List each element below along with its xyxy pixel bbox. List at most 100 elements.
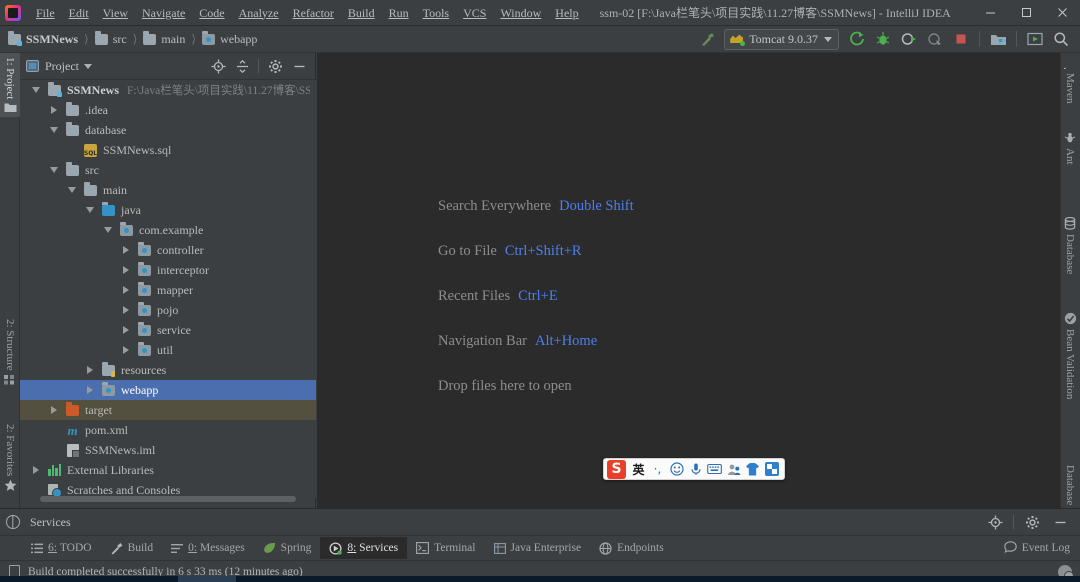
event-log-button[interactable]: Event Log [1004,540,1080,556]
tree-twisty-expanded[interactable] [50,167,58,173]
tree-node-idea[interactable]: .idea [20,100,316,120]
breadcrumb-item-main[interactable]: main [143,30,185,47]
breadcrumb-item-src[interactable]: src [94,30,127,47]
tree-twisty-collapsed[interactable] [123,306,129,314]
tab-endpoints[interactable]: Endpoints [590,537,673,559]
tree-node-controller[interactable]: controller [20,240,316,260]
minimize-button[interactable] [972,0,1008,26]
maximize-button[interactable] [1008,0,1044,26]
tree-twisty[interactable] [44,160,64,180]
tree-twisty[interactable] [116,240,136,260]
menu-file[interactable]: File [29,3,62,23]
tree-twisty[interactable] [44,100,64,120]
tree-twisty-expanded[interactable] [32,87,40,93]
menu-build[interactable]: Build [341,3,382,23]
menu-view[interactable]: View [96,3,135,23]
tree-twisty[interactable] [80,200,100,220]
tree-twisty[interactable] [80,380,100,400]
sidebar-item-favorites[interactable]: 2: Favorites [0,420,20,496]
tree-twisty-collapsed[interactable] [33,466,39,474]
sidebar-item-bean-validation[interactable]: Bean Validation [1060,308,1080,403]
update-application-button[interactable] [1023,28,1047,50]
menu-code[interactable]: Code [192,3,231,23]
tree-twisty-collapsed[interactable] [51,406,57,414]
tab-spring[interactable]: Spring [254,537,321,559]
stop-button[interactable] [949,28,973,50]
tree-twisty-collapsed[interactable] [123,266,129,274]
tree-twisty[interactable] [98,220,118,240]
sidebar-item-database[interactable]: Database [1060,213,1080,278]
tree-twisty-collapsed[interactable] [51,106,57,114]
tree-node-util[interactable]: util [20,340,316,360]
tab-services[interactable]: 8: Services [320,537,408,559]
build-project-button[interactable] [695,28,719,50]
tree-twisty[interactable] [26,80,46,100]
tree-node-webapp[interactable]: webapp [20,380,316,400]
tree-twisty-collapsed[interactable] [123,326,129,334]
tab-messages[interactable]: 0: Messages [162,537,254,559]
run-configuration-selector[interactable]: Tomcat 9.0.37 [724,28,839,50]
search-button[interactable] [1049,28,1073,50]
menu-window[interactable]: Window [493,3,548,23]
tree-twisty[interactable] [44,420,64,440]
debug-button[interactable] [871,28,895,50]
sogou-logo-icon[interactable]: S [607,459,626,479]
tree-twisty[interactable] [116,300,136,320]
tree-twisty-expanded[interactable] [68,187,76,193]
collapse-all-button[interactable] [232,56,252,76]
tree-node-pojo[interactable]: pojo [20,300,316,320]
tab-terminal[interactable]: Terminal [407,537,484,559]
tree-twisty[interactable] [26,460,46,480]
tree-twisty[interactable] [62,140,82,160]
menu-help[interactable]: Help [548,3,585,23]
menu-edit[interactable]: Edit [62,3,96,23]
tree-node-java[interactable]: java [20,200,316,220]
tree-twisty[interactable] [116,320,136,340]
tab-build[interactable]: Build [101,537,163,559]
breadcrumb-item-ssmnews[interactable]: SSMNews [8,30,78,47]
tree-twisty-collapsed[interactable] [123,346,129,354]
run-with-coverage-button[interactable] [897,28,921,50]
ime-punctuation-button[interactable]: ·, [648,460,667,479]
ime-language-mode-button[interactable]: 英 [629,460,648,479]
tree-node-main[interactable]: main [20,180,316,200]
tree-node-database[interactable]: database [20,120,316,140]
tree-node-pom-xml[interactable]: m pom.xml [20,420,316,440]
menu-refactor[interactable]: Refactor [286,3,341,23]
tree-twisty[interactable] [116,340,136,360]
sidebar-item-structure[interactable]: 2: Structure [0,315,20,389]
ime-skin-button[interactable] [743,460,762,479]
tree-node-interceptor[interactable]: interceptor [20,260,316,280]
ime-voice-input-button[interactable] [686,460,705,479]
profile-button[interactable] [923,28,947,50]
ime-toolbox-button[interactable] [762,460,781,479]
hide-panel-button[interactable] [289,56,309,76]
close-button[interactable] [1044,0,1080,26]
tree-twisty[interactable] [62,180,82,200]
menu-run[interactable]: Run [382,3,416,23]
tree-twisty[interactable] [44,400,64,420]
ime-soft-keyboard-button[interactable] [705,460,724,479]
tab-java-enterprise[interactable]: Java Enterprise [485,537,591,559]
scroll-from-source-button[interactable] [208,56,228,76]
tree-twisty-expanded[interactable] [86,207,94,213]
breadcrumb-item-webapp[interactable]: webapp [202,30,257,47]
tree-twisty[interactable] [44,120,64,140]
tree-node-ssmnews-sql[interactable]: SQL SSMNews.sql [20,140,316,160]
run-button[interactable] [845,28,869,50]
tree-node-src[interactable]: src [20,160,316,180]
sogou-ime-toolbar[interactable]: S 英 ·, [603,458,785,480]
tree-node-target[interactable]: target [20,400,316,420]
menu-navigate[interactable]: Navigate [135,3,192,23]
tree-node-resources[interactable]: resources [20,360,316,380]
ime-emoji-button[interactable] [667,460,686,479]
services-hide-button[interactable] [1049,511,1071,533]
tree-twisty[interactable] [116,280,136,300]
tree-twisty[interactable] [116,260,136,280]
services-settings-button[interactable] [1021,511,1043,533]
project-settings-button[interactable] [265,56,285,76]
tree-twisty[interactable] [44,440,64,460]
tree-twisty[interactable] [80,360,100,380]
chevron-down-icon[interactable] [84,63,92,69]
tree-node-external-libraries[interactable]: External Libraries [20,460,316,480]
